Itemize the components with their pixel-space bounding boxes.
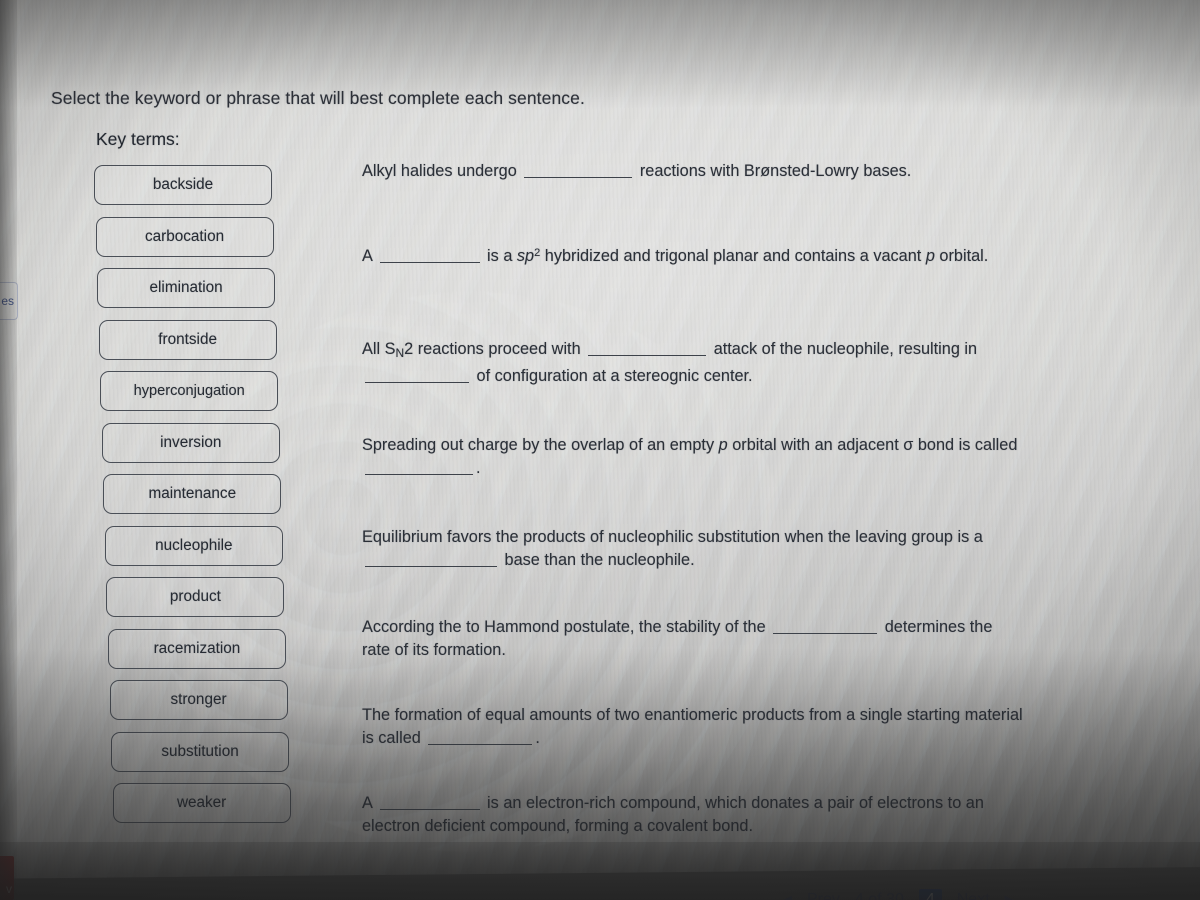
question-2-superscript: 2 [534,247,541,259]
question-2-text-c: hybridized and trigonal planar and conta… [544,247,922,265]
question-4-text-a: Spreading out charge by the overlap of a… [362,436,715,454]
question-4-text-b: orbital with an adjacent σ bond is calle… [732,436,1018,454]
question-3-blank-2[interactable] [365,367,469,383]
question-4-blank-1[interactable] [365,459,473,475]
key-term-button-label: carbocation [145,227,225,245]
question-3-text-a: All S [362,340,396,358]
question-5-text-b: base than the nucleophile. [504,550,695,569]
question-2-text-d: orbital. [939,247,989,265]
question-2-text-b: is a [487,247,513,265]
question-6-text-a: According the to Hammond postulate, the … [362,618,766,636]
pagination: ◀ Prev 4 of 30 4 Next ▶ [782,889,1015,900]
key-term-button[interactable]: hyperconjugation [100,371,279,411]
question-2-italic-p: p [925,247,935,265]
question-5-blank-1[interactable] [365,551,497,567]
question-8-text-a: A [362,794,372,812]
question-4-italic-p: p [718,436,728,454]
question-3-text-b: 2 reactions proceed with [404,340,581,358]
key-term-button[interactable]: product [106,577,285,617]
question-7-text-b: . [535,728,540,747]
key-term-button[interactable]: frontside [98,319,277,360]
question-3: All SN2 reactions proceed with attack of… [362,338,1062,387]
key-term-button-label: elimination [149,279,223,296]
key-term-button[interactable]: racemization [107,628,286,669]
prev-arrow-icon[interactable]: ◀ [782,892,792,900]
next-arrow-icon[interactable]: ▶ [1005,892,1015,900]
question-1-text-b: reactions with Brønsted-Lowry bases. [639,162,912,180]
key-term-button[interactable]: elimination [97,268,276,308]
next-page-button[interactable]: Next [957,891,990,900]
key-term-button[interactable]: backside [94,165,272,205]
question-7: The formation of equal amounts of two en… [362,704,1038,749]
key-term-button-label: stronger [170,691,227,708]
question-4: Spreading out charge by the overlap of a… [362,434,1052,479]
question-3-text-d: of configuration at a stereognic center. [476,366,753,385]
question-5-text-a: Equilibrium favors the products of nucle… [362,528,983,546]
quiz-page: Select the keyword or phrase that will b… [0,0,1200,900]
key-term-button[interactable]: substitution [111,731,290,772]
clipped-browser-tab[interactable]: es [0,282,18,320]
key-term-button[interactable]: maintenance [103,474,282,514]
question-2-text-a: A [362,247,372,265]
clipped-browser-tab-label: es [1,294,14,308]
key-term-button-label: maintenance [148,485,237,502]
page-indicator: 4 of 30 [854,891,904,900]
question-7-blank-1[interactable] [428,729,533,745]
question-8: A is an electron-rich compound, which do… [362,792,1032,837]
question-3-text-c: attack of the nucleophile, resulting in [713,340,978,358]
question-3-blank-1[interactable] [588,340,707,356]
question-4-text-c: . [476,458,481,477]
key-term-button-label: frontside [158,330,217,348]
question-2-blank-1[interactable] [379,247,480,263]
key-term-button[interactable]: nucleophile [104,525,283,566]
key-term-button-label: weaker [176,794,227,811]
key-term-button[interactable]: inversion [101,422,280,463]
question-2-italic-sp: sp [516,247,535,265]
prev-page-button[interactable]: Prev [807,891,840,900]
photograph-of-screen: Select the keyword or phrase that will b… [0,0,1200,900]
question-2: A is a sp2 hybridized and trigonal plana… [362,242,1062,268]
taskbar-app-chip[interactable]: v [0,856,14,900]
key-term-button[interactable]: stronger [109,680,288,720]
key-term-button[interactable]: weaker [112,783,291,823]
question-5: Equilibrium favors the products of nucle… [362,526,1042,571]
question-8-blank-1[interactable] [379,794,480,810]
key-terms-heading: Key terms: [96,129,180,149]
key-term-button-label: nucleophile [155,536,233,554]
question-1-text-a: Alkyl halides undergo [362,162,517,180]
key-term-button-label: racemization [153,639,241,657]
current-page-badge[interactable]: 4 [918,889,942,900]
page-title: Select the keyword or phrase that will b… [51,88,585,108]
key-term-button-label: hyperconjugation [133,383,245,399]
key-term-button-label: product [169,588,221,605]
question-6-blank-1[interactable] [773,618,878,634]
question-6: According the to Hammond postulate, the … [362,616,1022,661]
question-1: Alkyl halides undergo reactions with Brø… [362,160,1062,183]
taskbar-app-chip-label: v [6,882,12,896]
key-term-button-label: backside [152,176,214,193]
question-3-subscript-n: N [395,346,405,360]
key-term-button[interactable]: carbocation [95,216,274,257]
key-term-button-label: inversion [160,433,222,451]
question-1-blank-1[interactable] [524,162,633,178]
key-term-button-label: substitution [161,742,239,760]
